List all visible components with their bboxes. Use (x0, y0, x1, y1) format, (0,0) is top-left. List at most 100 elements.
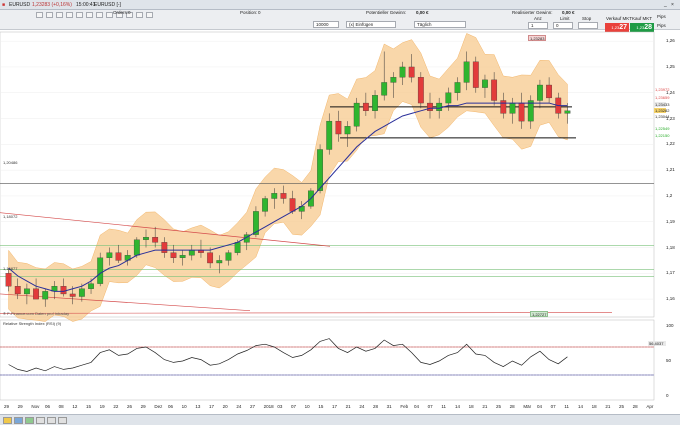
x-tick-label: 22 (113, 404, 119, 409)
candle-body (408, 66, 415, 78)
candle-body (417, 77, 424, 104)
x-tick-label: 24 (359, 404, 365, 409)
x-tick-label: Mär (523, 404, 532, 409)
candle-body (262, 198, 268, 212)
rsi-tick-label: 0 (666, 393, 669, 398)
x-tick-label: 21 (482, 404, 488, 409)
candle-body (24, 288, 30, 295)
rsi-tick-label: 50 (666, 358, 672, 363)
candle-body (372, 95, 378, 111)
candle-body (234, 242, 241, 253)
x-tick-label: 25 (619, 404, 625, 409)
candle-body (564, 110, 571, 114)
status-icon[interactable] (3, 417, 12, 424)
x-tick-label: 04 (414, 404, 420, 409)
candle-body (97, 257, 104, 284)
x-tick-label: 17 (209, 404, 215, 409)
price-box-1: 1,23972 (655, 87, 670, 92)
candle-body (482, 79, 488, 88)
candle-body (179, 255, 186, 258)
x-tick-label: 28 (632, 404, 638, 409)
x-tick-label: Dez (154, 404, 163, 409)
candle-body (436, 102, 443, 111)
y-tick-label: 1,18 (666, 244, 675, 250)
candle-body (353, 102, 360, 127)
candle-body (106, 252, 113, 258)
y-tick-label: 1,23 (666, 115, 675, 121)
rsi-label: Relative Strength Index (RSI) (9) (3, 321, 62, 326)
x-tick-label: 07 (427, 404, 433, 409)
x-tick-label: 13 (195, 404, 201, 409)
y-tick-label: 1,24 (666, 89, 675, 95)
candle-body (509, 102, 516, 114)
bottom-price-tag: 1,22727 (530, 311, 549, 317)
x-tick-label: 27 (250, 404, 256, 409)
x-tick-label: 26 (127, 404, 133, 409)
price-box-4: 1,23282 (654, 108, 670, 113)
candle-body (427, 102, 433, 111)
copyright-text: ® P-Finance.com Daten pro! intraday (3, 311, 70, 316)
x-tick-label: 06 (45, 404, 51, 409)
candle-body (33, 288, 39, 300)
x-tick-label: 29 (4, 404, 10, 409)
candle-body (445, 92, 452, 104)
candle-body (5, 273, 12, 287)
candle-body (78, 288, 85, 297)
x-tick-label: 18 (468, 404, 474, 409)
y-tick-label: 1,25 (666, 63, 675, 69)
level-label-3: 1,16877 (3, 266, 18, 271)
status-icon[interactable] (36, 417, 45, 424)
price-box-6: 1,22549 (655, 126, 670, 131)
price-box-2: 1,23659 (655, 95, 670, 100)
level-label-2: 1,18072 (3, 214, 18, 219)
y-tick-label: 1,16 (666, 296, 675, 302)
y-tick-label: 1,26 (666, 38, 675, 44)
candle-body (326, 120, 333, 150)
x-tick-label: 12 (72, 404, 78, 409)
x-tick-label: 10 (181, 404, 187, 409)
status-icon[interactable] (25, 417, 34, 424)
candle-body (335, 120, 342, 135)
status-icon[interactable] (47, 417, 56, 424)
x-tick-label: Feb (400, 404, 409, 409)
status-icon[interactable] (14, 417, 23, 424)
x-tick-label: 2018 (263, 404, 274, 409)
x-tick-label: 08 (58, 404, 64, 409)
status-icon[interactable] (58, 417, 67, 424)
x-tick-label: 07 (291, 404, 297, 409)
price-chart[interactable] (0, 0, 680, 424)
candle-body (537, 84, 543, 101)
x-tick-label: 28 (509, 404, 515, 409)
status-bar (0, 414, 680, 425)
x-tick-label: 18 (591, 404, 597, 409)
candle-body (280, 193, 287, 199)
candle-body (143, 237, 149, 240)
x-tick-label: 19 (99, 404, 105, 409)
x-tick-label: 29 (17, 404, 23, 409)
y-tick-label: 1,2 (666, 192, 673, 198)
candle-body (381, 82, 388, 96)
x-tick-label: 06 (168, 404, 174, 409)
rsi-value-box: 56,4037 (648, 341, 666, 346)
x-tick-label: Nov (31, 404, 40, 409)
x-tick-label: Apr (646, 404, 654, 409)
candle-body (161, 242, 168, 253)
price-box-7: 1,22150 (655, 133, 670, 138)
candle-body (216, 260, 223, 264)
candle-body (14, 286, 21, 295)
x-tick-label: 03 (277, 404, 283, 409)
x-tick-label: 17 (332, 404, 338, 409)
candle-body (518, 102, 525, 122)
candle-body (152, 237, 159, 243)
x-tick-label: 24 (236, 404, 242, 409)
candle-body (271, 193, 278, 199)
candle-body (42, 291, 49, 300)
candle-body (344, 126, 351, 135)
candle-body (170, 252, 177, 258)
status-icons (3, 417, 67, 424)
y-tick-label: 1,19 (666, 218, 675, 224)
x-tick-label: 11 (564, 404, 569, 409)
candle-body (133, 239, 140, 256)
x-tick-label: 20 (222, 404, 228, 409)
x-tick-label: 29 (140, 404, 146, 409)
